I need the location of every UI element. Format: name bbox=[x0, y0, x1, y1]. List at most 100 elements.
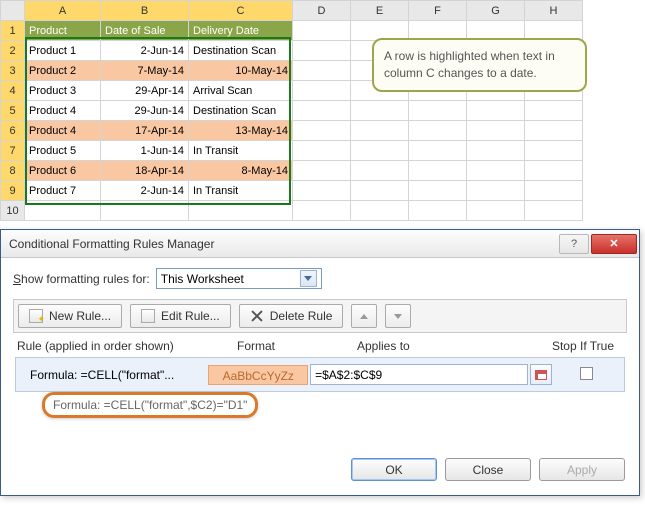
row-header[interactable]: 2 bbox=[1, 41, 25, 61]
cell[interactable] bbox=[525, 101, 583, 121]
cell[interactable]: In Transit bbox=[189, 181, 293, 201]
cell[interactable]: 29-Apr-14 bbox=[101, 81, 189, 101]
cell[interactable] bbox=[351, 101, 409, 121]
delete-rule-button[interactable]: Delete Rule bbox=[239, 304, 344, 328]
cell[interactable] bbox=[467, 101, 525, 121]
row-header[interactable]: 8 bbox=[1, 161, 25, 181]
cell[interactable]: Product 6 bbox=[25, 161, 101, 181]
col-header-b[interactable]: B bbox=[101, 1, 189, 21]
row-header[interactable]: 4 bbox=[1, 81, 25, 101]
col-header-d[interactable]: D bbox=[293, 1, 351, 21]
select-all-corner[interactable] bbox=[1, 1, 25, 21]
row-header[interactable]: 7 bbox=[1, 141, 25, 161]
cell[interactable] bbox=[409, 201, 467, 221]
cell[interactable] bbox=[525, 121, 583, 141]
cell[interactable]: In Transit bbox=[189, 141, 293, 161]
cell[interactable]: 2-Jun-14 bbox=[101, 181, 189, 201]
cell[interactable]: Product bbox=[25, 21, 101, 41]
cell[interactable]: 29-Jun-14 bbox=[101, 101, 189, 121]
cell[interactable] bbox=[409, 121, 467, 141]
cell[interactable]: Destination Scan bbox=[189, 41, 293, 61]
cell[interactable] bbox=[409, 181, 467, 201]
cell[interactable] bbox=[525, 201, 583, 221]
cell[interactable] bbox=[467, 181, 525, 201]
cell[interactable] bbox=[351, 201, 409, 221]
cell[interactable]: 8-May-14 bbox=[189, 161, 293, 181]
cell[interactable] bbox=[467, 161, 525, 181]
cell[interactable] bbox=[293, 41, 351, 61]
spreadsheet-grid[interactable]: A B C D E F G H 1 Product Date of Sale D… bbox=[0, 0, 583, 221]
cell[interactable] bbox=[293, 141, 351, 161]
cell[interactable]: 10-May-14 bbox=[189, 61, 293, 81]
cell[interactable] bbox=[409, 161, 467, 181]
cell[interactable]: Product 4 bbox=[25, 121, 101, 141]
cell[interactable]: Delivery Date bbox=[189, 21, 293, 41]
cell[interactable] bbox=[293, 181, 351, 201]
col-header-h[interactable]: H bbox=[525, 1, 583, 21]
row-header[interactable]: 9 bbox=[1, 181, 25, 201]
cell[interactable]: Product 7 bbox=[25, 181, 101, 201]
row-header[interactable]: 5 bbox=[1, 101, 25, 121]
move-down-button[interactable] bbox=[385, 304, 411, 328]
stop-if-true-checkbox[interactable] bbox=[580, 367, 593, 380]
cell[interactable] bbox=[351, 181, 409, 201]
dialog-titlebar[interactable]: Conditional Formatting Rules Manager ? ✕ bbox=[1, 230, 639, 258]
cell[interactable] bbox=[25, 201, 101, 221]
range-selector-button[interactable] bbox=[530, 364, 552, 385]
rule-row[interactable]: Formula: =CELL("format"... AaBbCcYyZz bbox=[15, 357, 625, 392]
scope-dropdown[interactable]: This Worksheet bbox=[156, 268, 322, 289]
row-header[interactable]: 6 bbox=[1, 121, 25, 141]
cell[interactable]: Product 3 bbox=[25, 81, 101, 101]
cell[interactable] bbox=[293, 61, 351, 81]
cell[interactable]: 1-Jun-14 bbox=[101, 141, 189, 161]
cell[interactable]: Product 4 bbox=[25, 101, 101, 121]
cell[interactable] bbox=[467, 121, 525, 141]
col-header-f[interactable]: F bbox=[409, 1, 467, 21]
cell[interactable]: Date of Sale bbox=[101, 21, 189, 41]
row-header[interactable]: 3 bbox=[1, 61, 25, 81]
cell[interactable] bbox=[101, 201, 189, 221]
cell[interactable] bbox=[351, 161, 409, 181]
cell[interactable] bbox=[293, 161, 351, 181]
cell[interactable]: 2-Jun-14 bbox=[101, 41, 189, 61]
move-up-button[interactable] bbox=[351, 304, 377, 328]
applies-to-input[interactable] bbox=[310, 364, 528, 385]
cell[interactable] bbox=[525, 141, 583, 161]
cell[interactable] bbox=[409, 101, 467, 121]
help-button[interactable]: ? bbox=[559, 234, 589, 254]
col-header-g[interactable]: G bbox=[467, 1, 525, 21]
col-header-e[interactable]: E bbox=[351, 1, 409, 21]
cell[interactable] bbox=[293, 121, 351, 141]
cell[interactable] bbox=[525, 161, 583, 181]
close-button[interactable]: ✕ bbox=[591, 234, 637, 254]
row-header[interactable]: 10 bbox=[1, 201, 25, 221]
cell[interactable]: Product 2 bbox=[25, 61, 101, 81]
new-rule-button[interactable]: New Rule... bbox=[18, 304, 122, 328]
col-header-a[interactable]: A bbox=[25, 1, 101, 21]
cell[interactable] bbox=[351, 141, 409, 161]
cell[interactable] bbox=[409, 141, 467, 161]
col-header-c[interactable]: C bbox=[189, 1, 293, 21]
cell[interactable] bbox=[351, 121, 409, 141]
cell[interactable] bbox=[293, 81, 351, 101]
cell[interactable]: Product 5 bbox=[25, 141, 101, 161]
cell[interactable] bbox=[467, 141, 525, 161]
cell[interactable]: Destination Scan bbox=[189, 101, 293, 121]
cell[interactable] bbox=[467, 201, 525, 221]
apply-button[interactable]: Apply bbox=[539, 458, 625, 481]
cell[interactable] bbox=[189, 201, 293, 221]
cell[interactable]: 13-May-14 bbox=[189, 121, 293, 141]
cell[interactable]: 7-May-14 bbox=[101, 61, 189, 81]
row-header[interactable]: 1 bbox=[1, 21, 25, 41]
edit-rule-button[interactable]: Edit Rule... bbox=[130, 304, 231, 328]
cell[interactable]: Arrival Scan bbox=[189, 81, 293, 101]
cell[interactable]: 17-Apr-14 bbox=[101, 121, 189, 141]
cell[interactable]: 18-Apr-14 bbox=[101, 161, 189, 181]
cell[interactable] bbox=[293, 101, 351, 121]
cell[interactable] bbox=[293, 21, 351, 41]
cell[interactable] bbox=[525, 181, 583, 201]
cell[interactable]: Product 1 bbox=[25, 41, 101, 61]
ok-button[interactable]: OK bbox=[351, 458, 437, 481]
cell[interactable] bbox=[293, 201, 351, 221]
close-dialog-button[interactable]: Close bbox=[445, 458, 531, 481]
